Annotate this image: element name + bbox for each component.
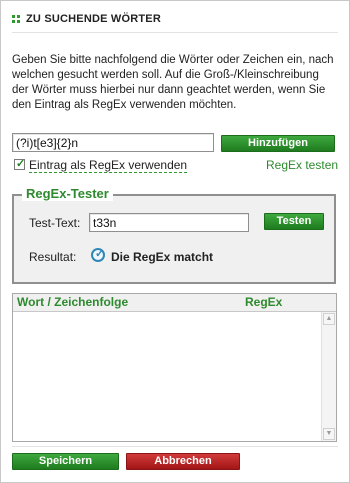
check-circle-icon: ✓: [91, 248, 105, 262]
regex-checkbox[interactable]: ✓: [14, 158, 26, 170]
checkmark-icon: ✓: [16, 158, 26, 170]
test-text-label: Test-Text:: [29, 216, 81, 230]
result-text: Die RegEx matcht: [111, 250, 214, 264]
dialog-header: ZU SUCHENDE WÖRTER: [12, 10, 161, 28]
scroll-up-arrow-icon[interactable]: ▲: [323, 313, 335, 325]
word-input[interactable]: [12, 133, 214, 152]
words-table: Wort / Zeichenfolge RegEx ▲ ▼: [12, 293, 337, 442]
regex-tester-legend: RegEx-Tester: [22, 186, 113, 201]
test-text-input[interactable]: [89, 213, 249, 232]
description-text: Geben Sie bitte nachfolgend die Wörter o…: [12, 54, 334, 111]
scroll-down-arrow-icon[interactable]: ▼: [323, 428, 335, 440]
dialog-title: ZU SUCHENDE WÖRTER: [26, 13, 161, 25]
test-button[interactable]: Testen: [264, 213, 324, 230]
footer-divider: [12, 446, 338, 447]
regex-checkbox-label[interactable]: Eintrag als RegEx verwenden: [29, 158, 188, 173]
column-header-regex: RegEx: [245, 295, 283, 309]
regex-tester-panel: [12, 194, 336, 284]
grid-icon: [12, 15, 20, 23]
result-label: Resultat:: [29, 250, 77, 264]
table-scrollbar[interactable]: ▲ ▼: [321, 312, 336, 441]
regex-test-link[interactable]: RegEx testen: [266, 158, 338, 172]
cancel-button[interactable]: Abbrechen: [126, 453, 240, 470]
save-button[interactable]: Speichern: [12, 453, 119, 470]
header-divider: [12, 32, 338, 33]
table-header: Wort / Zeichenfolge RegEx: [13, 294, 336, 312]
add-button[interactable]: Hinzufügen: [221, 135, 335, 152]
column-header-word: Wort / Zeichenfolge: [17, 295, 129, 309]
